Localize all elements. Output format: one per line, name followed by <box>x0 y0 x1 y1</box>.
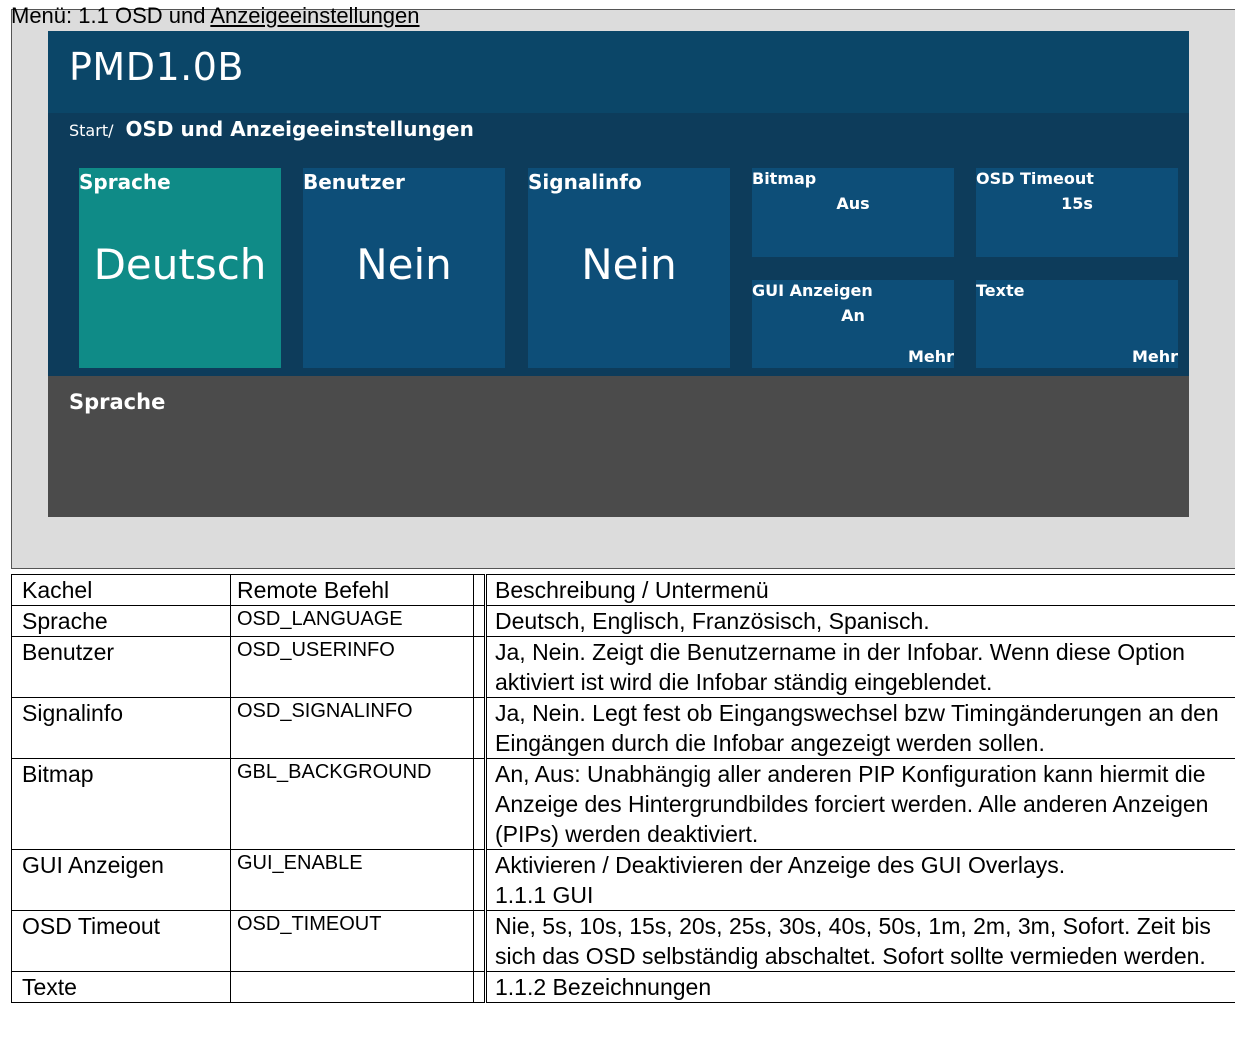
column-gap <box>473 849 487 911</box>
tile-gui-anzeigen[interactable]: GUI Anzeigen An Mehr <box>752 280 954 368</box>
osd-header: PMD1.0B <box>48 31 1189 113</box>
tile-value: Deutsch <box>93 240 267 289</box>
cell-command: OSD_TIMEOUT <box>230 910 474 972</box>
tile-sprache[interactable]: Sprache Deutsch <box>79 168 281 368</box>
cell-command: OSD_USERINFO <box>230 636 474 698</box>
cell-command <box>230 971 474 1003</box>
cell-kachel: Texte <box>11 971 231 1003</box>
tile-more: Mehr <box>1131 347 1178 366</box>
footer-title: Sprache <box>69 390 166 414</box>
cell-command: OSD_LANGUAGE <box>230 605 474 637</box>
column-gap <box>473 574 487 606</box>
spec-table: Kachel Remote Befehl Beschreibung / Unte… <box>11 574 1235 1003</box>
osd-footer: Sprache <box>48 376 1189 517</box>
tile-value: Nein <box>581 240 677 289</box>
tile-osd-timeout[interactable]: OSD Timeout 15s <box>976 168 1178 257</box>
cell-description: Aktivieren / Deaktivieren der Anzeige de… <box>485 849 1235 911</box>
breadcrumb-root[interactable]: Start/ <box>69 121 113 140</box>
cell-command: OSD_SIGNALINFO <box>230 697 474 759</box>
table-row: OSD Timeout OSD_TIMEOUT Nie, 5s, 10s, 15… <box>11 910 1235 972</box>
tile-signalinfo[interactable]: Signalinfo Nein <box>528 168 730 368</box>
cell-description: Ja, Nein. Legt fest ob Eingangswechsel b… <box>485 697 1235 759</box>
table-header-row: Kachel Remote Befehl Beschreibung / Unte… <box>11 574 1235 606</box>
cell-description: An, Aus: Unabhängig aller anderen PIP Ko… <box>485 758 1235 850</box>
cell-kachel: Signalinfo <box>11 697 231 759</box>
breadcrumb-current: OSD und Anzeigeeinstellungen <box>125 117 474 141</box>
tile-value: Aus <box>836 194 870 213</box>
column-gap <box>473 697 487 759</box>
tile-label: Texte <box>976 281 1025 300</box>
osd-brand: PMD1.0B <box>69 45 244 89</box>
description-text: Aktivieren / Deaktivieren der Anzeige de… <box>495 852 1066 878</box>
cell-kachel: OSD Timeout <box>11 910 231 972</box>
cell-description: Deutsch, Englisch, Französisch, Spanisch… <box>485 605 1235 637</box>
cell-kachel: Benutzer <box>11 636 231 698</box>
tile-value: An <box>841 306 865 325</box>
cell-description: 1.1.2 Bezeichnungen <box>485 971 1235 1003</box>
tile-label: Bitmap <box>752 169 817 188</box>
header-remote: Remote Befehl <box>230 574 474 606</box>
tile-label: GUI Anzeigen <box>752 281 873 300</box>
cell-kachel: Bitmap <box>11 758 231 850</box>
tile-texte[interactable]: Texte Mehr <box>976 280 1178 368</box>
tile-value: 15s <box>1061 194 1093 213</box>
column-gap <box>473 636 487 698</box>
tile-more: Mehr <box>907 347 954 366</box>
submenu-link[interactable]: 1.1.1 GUI <box>495 880 1235 910</box>
page-title: Menü: 1.1 OSD und Anzeigeeinstellungen <box>11 3 420 28</box>
submenu-link[interactable]: 1.1.2 Bezeichnungen <box>495 972 1235 1002</box>
table-row: Sprache OSD_LANGUAGE Deutsch, Englisch, … <box>11 605 1235 637</box>
table-row: Benutzer OSD_USERINFO Ja, Nein. Zeigt di… <box>11 636 1235 698</box>
cell-description: Nie, 5s, 10s, 15s, 20s, 25s, 30s, 40s, 5… <box>485 910 1235 972</box>
tile-label: Signalinfo <box>528 170 642 194</box>
tile-label: OSD Timeout <box>976 169 1094 188</box>
tile-bitmap[interactable]: Bitmap Aus <box>752 168 954 257</box>
cell-kachel: GUI Anzeigen <box>11 849 231 911</box>
column-gap <box>473 971 487 1003</box>
table-row: Signalinfo OSD_SIGNALINFO Ja, Nein. Legt… <box>11 697 1235 759</box>
cell-kachel: Sprache <box>11 605 231 637</box>
tile-label: Sprache <box>79 170 171 194</box>
cell-command: GUI_ENABLE <box>230 849 474 911</box>
column-gap <box>473 758 487 850</box>
header-kachel: Kachel <box>11 574 231 606</box>
table-row: Texte 1.1.2 Bezeichnungen <box>11 971 1235 1003</box>
cell-command: GBL_BACKGROUND <box>230 758 474 850</box>
table-row: GUI Anzeigen GUI_ENABLE Aktivieren / Dea… <box>11 849 1235 911</box>
tile-value: Nein <box>356 240 452 289</box>
cell-description: Ja, Nein. Zeigt die Benutzername in der … <box>485 636 1235 698</box>
column-gap <box>473 605 487 637</box>
osd-screenshot: PMD1.0B Start/OSD und Anzeigeeinstellung… <box>48 31 1189 517</box>
table-row: Bitmap GBL_BACKGROUND An, Aus: Unabhängi… <box>11 758 1235 850</box>
tile-benutzer[interactable]: Benutzer Nein <box>303 168 505 368</box>
tile-label: Benutzer <box>303 170 405 194</box>
breadcrumb: Start/OSD und Anzeigeeinstellungen <box>69 117 474 141</box>
header-description: Beschreibung / Untermenü <box>485 574 1235 606</box>
column-gap <box>473 910 487 972</box>
